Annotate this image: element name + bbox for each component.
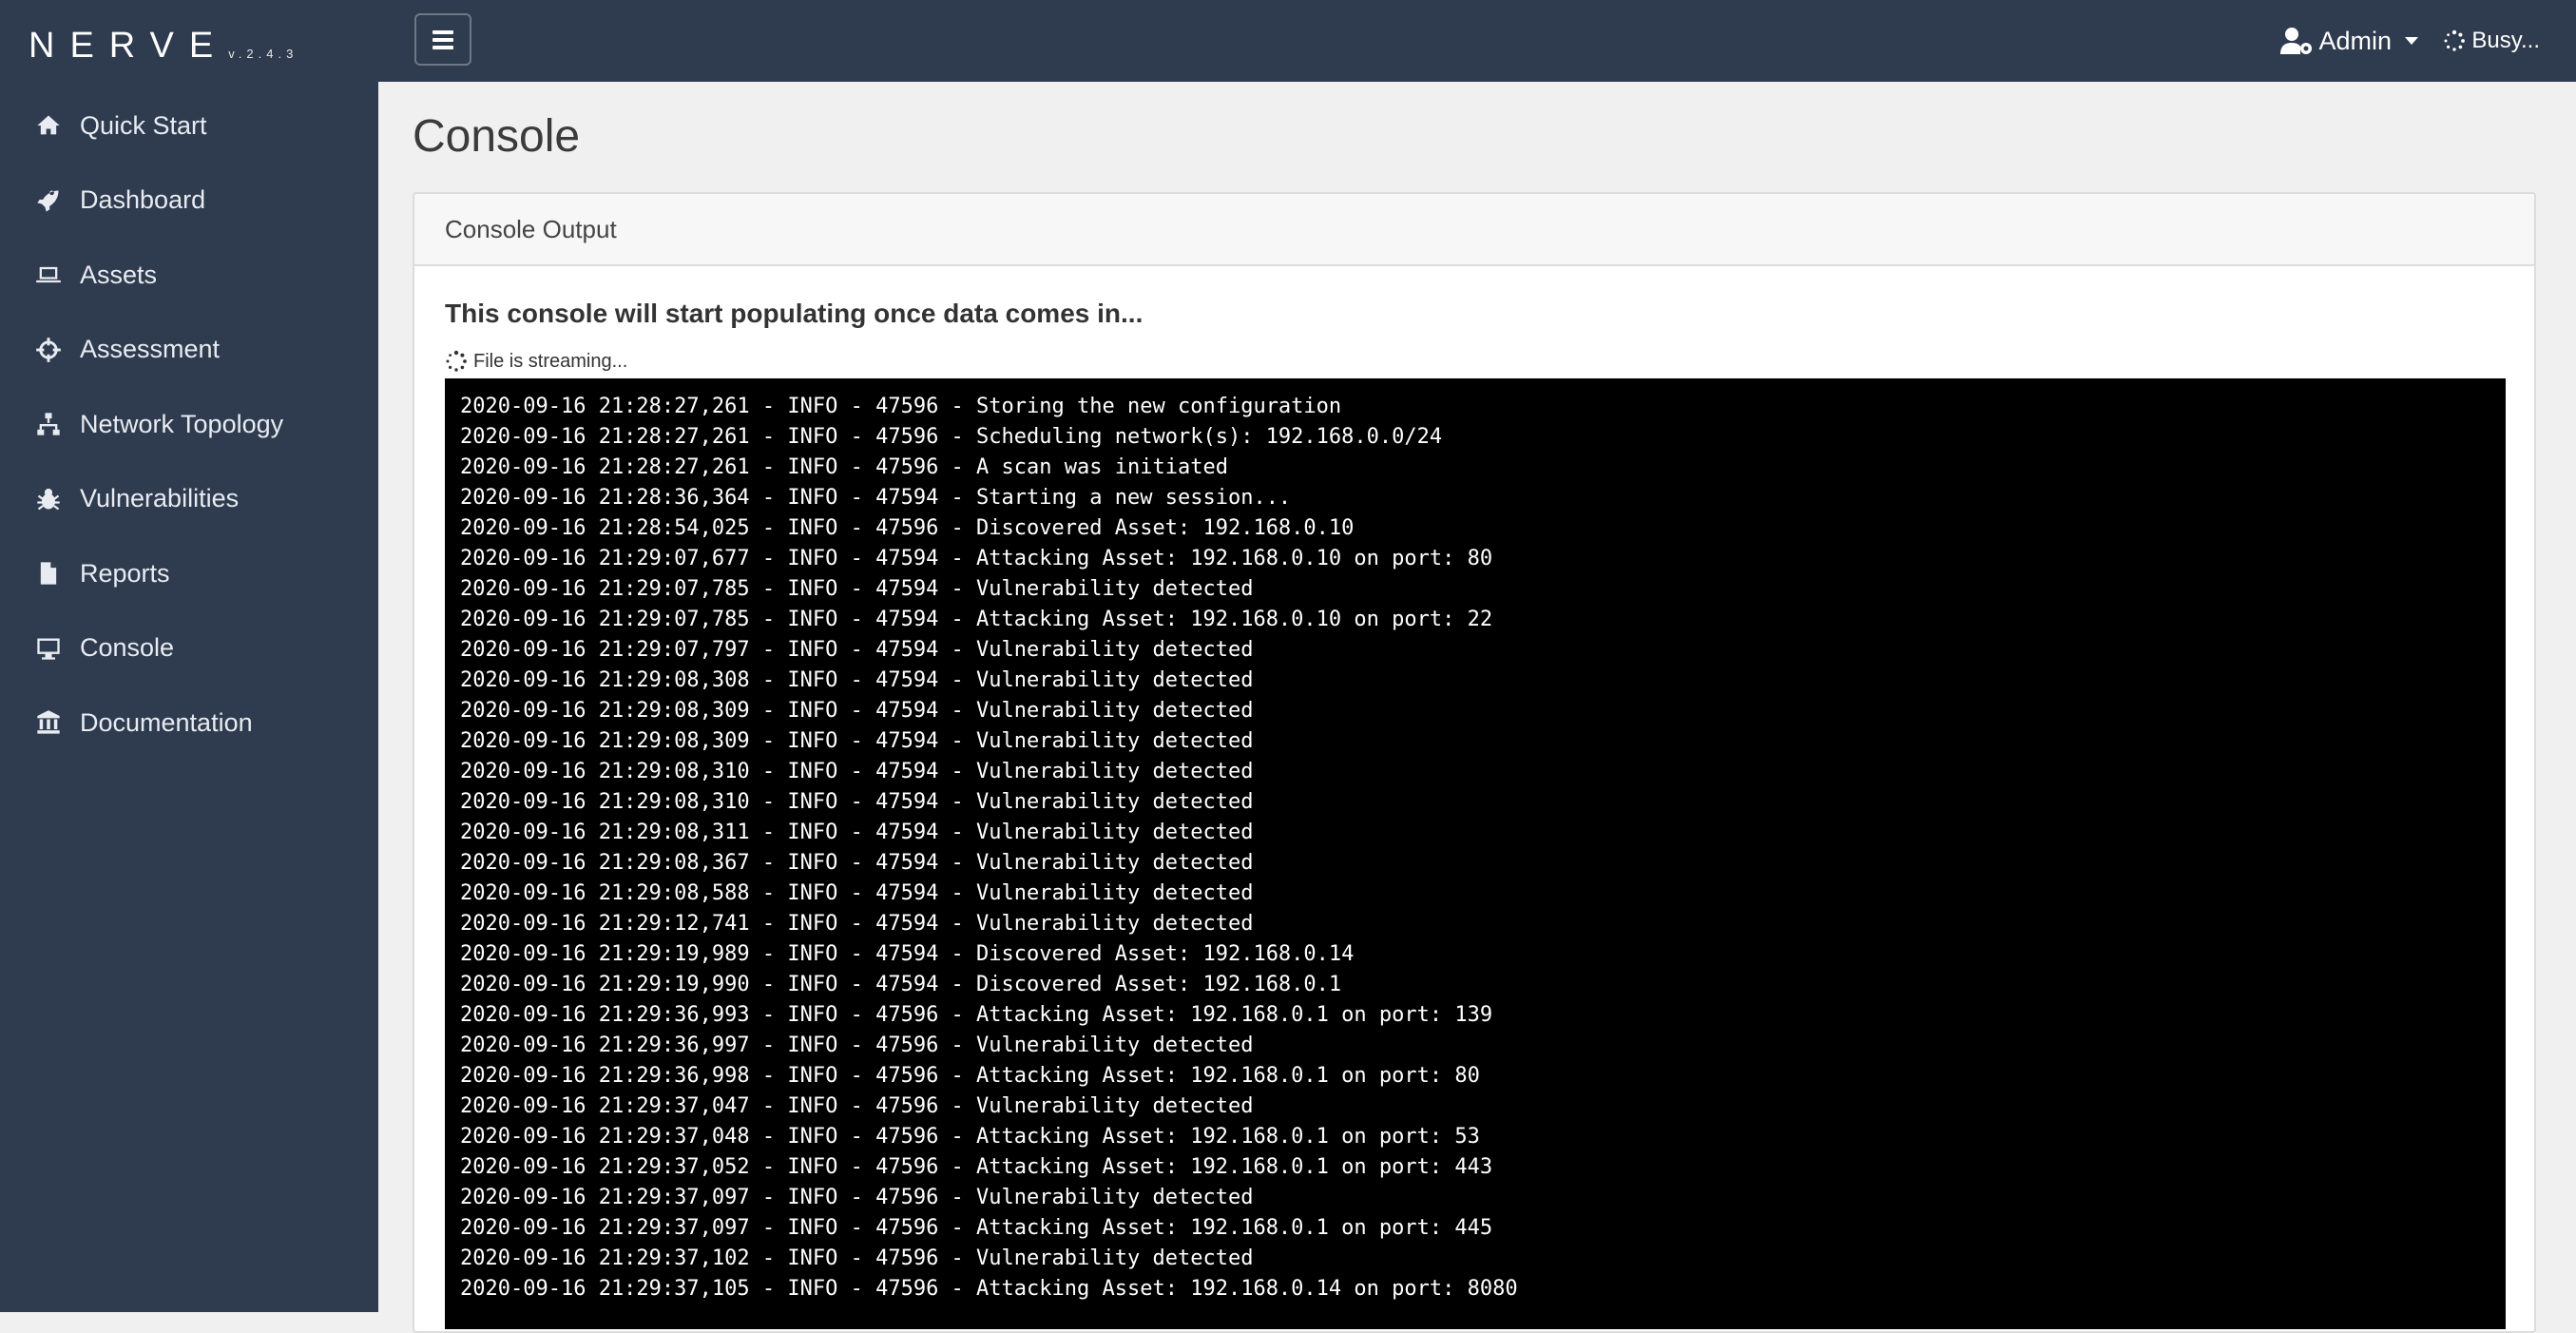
crosshairs-icon (34, 336, 63, 364)
sidebar-item-label: Dashboard (80, 185, 206, 215)
sidebar-nav: Quick Start Dashboard Assets Assessment … (0, 88, 378, 761)
log-line: 2020-09-16 21:29:19,990 - INFO - 47594 -… (460, 973, 1342, 996)
spinner-icon (446, 350, 467, 372)
sidebar-item-label: Network Topology (80, 409, 284, 438)
log-line: 2020-09-16 21:29:08,310 - INFO - 47594 -… (460, 760, 1254, 783)
hamburger-icon-bar (433, 37, 453, 42)
caret-down-icon (2405, 37, 2418, 45)
home-icon (34, 111, 63, 140)
sidebar-item-console[interactable]: Console (0, 611, 378, 686)
sidebar-item-reports[interactable]: Reports (0, 536, 378, 611)
menu-toggle-button[interactable] (414, 13, 471, 66)
file-icon (34, 559, 63, 588)
log-line: 2020-09-16 21:29:36,998 - INFO - 47596 -… (460, 1064, 1480, 1088)
sidebar-item-documentation[interactable]: Documentation (0, 686, 378, 761)
log-line: 2020-09-16 21:29:08,308 - INFO - 47594 -… (460, 668, 1254, 692)
log-line: 2020-09-16 21:29:37,048 - INFO - 47596 -… (460, 1125, 1480, 1149)
busy-label: Busy... (2471, 28, 2540, 53)
log-line: 2020-09-16 21:29:08,309 - INFO - 47594 -… (460, 699, 1254, 723)
brand-logo[interactable]: NERVE v.2.4.3 (29, 17, 298, 67)
log-line: 2020-09-16 21:29:08,311 - INFO - 47594 -… (460, 821, 1254, 844)
busy-status: Busy... (2443, 21, 2540, 61)
sidebar-item-label: Vulnerabilities (80, 484, 240, 513)
desktop-icon (34, 634, 63, 663)
log-line: 2020-09-16 21:29:08,309 - INFO - 47594 -… (460, 729, 1254, 753)
user-cog-icon (2280, 28, 2313, 54)
sidebar-item-label: Reports (80, 558, 170, 588)
page-title: Console (413, 111, 581, 162)
log-line: 2020-09-16 21:29:19,989 - INFO - 47594 -… (460, 942, 1355, 966)
sidebar-item-label: Quick Start (80, 110, 207, 140)
log-line: 2020-09-16 21:29:37,047 - INFO - 47596 -… (460, 1094, 1254, 1118)
log-line: 2020-09-16 21:29:07,797 - INFO - 47594 -… (460, 638, 1254, 662)
console-output[interactable]: 2020-09-16 21:28:27,261 - INFO - 47596 -… (445, 378, 2506, 1329)
log-line: 2020-09-16 21:29:36,997 - INFO - 47596 -… (460, 1034, 1254, 1057)
rocket-icon (34, 186, 63, 215)
console-lead-text: This console will start populating once … (445, 299, 1144, 328)
card-header: Console Output (414, 194, 2534, 266)
log-line: 2020-09-16 21:29:08,588 - INFO - 47594 -… (460, 881, 1254, 905)
user-menu-dropdown[interactable]: Admin (2280, 21, 2418, 61)
sidebar-item-label: Assets (80, 260, 158, 289)
spinner-icon (2444, 29, 2466, 51)
log-line: 2020-09-16 21:28:27,261 - INFO - 47596 -… (460, 455, 1228, 479)
streaming-status: File is streaming... (445, 350, 2504, 373)
log-line: 2020-09-16 21:29:08,367 - INFO - 47594 -… (460, 851, 1254, 875)
sidebar-item-network-topology[interactable]: Network Topology (0, 387, 378, 462)
card-body: This console will start populating once … (414, 299, 2534, 1329)
log-line: 2020-09-16 21:28:54,025 - INFO - 47596 -… (460, 516, 1355, 540)
laptop-icon (34, 261, 63, 289)
top-navbar: Admin Busy... (378, 0, 2576, 82)
sidebar-item-dashboard[interactable]: Dashboard (0, 164, 378, 239)
brand-version: v.2.4.3 (228, 47, 298, 61)
bug-icon (34, 485, 63, 513)
log-line: 2020-09-16 21:29:37,097 - INFO - 47596 -… (460, 1216, 1493, 1240)
log-line: 2020-09-16 21:29:37,105 - INFO - 47596 -… (460, 1277, 1518, 1301)
sidebar-item-vulnerabilities[interactable]: Vulnerabilities (0, 462, 378, 537)
brand-name: NERVE (29, 26, 229, 66)
sidebar-item-label: Console (80, 633, 175, 663)
console-card: Console Output This console will start p… (413, 192, 2536, 1333)
sidebar-item-label: Documentation (80, 707, 253, 737)
sidebar: NERVE v.2.4.3 Quick Start Dashboard Asse… (0, 0, 378, 1312)
log-line: 2020-09-16 21:28:36,364 - INFO - 47594 -… (460, 486, 1292, 510)
sidebar-item-assets[interactable]: Assets (0, 238, 378, 313)
user-name: Admin (2318, 26, 2392, 55)
main-content: Console Console Output This console will… (378, 82, 2576, 1333)
log-line: 2020-09-16 21:29:36,993 - INFO - 47596 -… (460, 1003, 1493, 1027)
log-line: 2020-09-16 21:29:07,785 - INFO - 47594 -… (460, 577, 1254, 601)
log-line: 2020-09-16 21:29:08,310 - INFO - 47594 -… (460, 790, 1254, 814)
streaming-label: File is streaming... (473, 350, 628, 372)
log-line: 2020-09-16 21:29:37,097 - INFO - 47596 -… (460, 1186, 1254, 1209)
log-line: 2020-09-16 21:29:12,741 - INFO - 47594 -… (460, 912, 1254, 936)
sidebar-item-label: Assessment (80, 335, 221, 364)
hamburger-icon-bar (433, 45, 453, 49)
log-line: 2020-09-16 21:29:07,785 - INFO - 47594 -… (460, 608, 1493, 631)
log-line: 2020-09-16 21:29:37,052 - INFO - 47596 -… (460, 1155, 1493, 1179)
log-line: 2020-09-16 21:29:07,677 - INFO - 47594 -… (460, 547, 1493, 570)
hamburger-icon (433, 29, 453, 34)
university-icon (34, 708, 63, 737)
sidebar-item-quick-start[interactable]: Quick Start (0, 88, 378, 164)
sitemap-icon (34, 410, 63, 438)
log-line: 2020-09-16 21:29:37,102 - INFO - 47596 -… (460, 1246, 1254, 1270)
log-line: 2020-09-16 21:28:27,261 - INFO - 47596 -… (460, 425, 1443, 449)
sidebar-item-assessment[interactable]: Assessment (0, 313, 378, 388)
log-line: 2020-09-16 21:28:27,261 - INFO - 47596 -… (460, 395, 1342, 418)
